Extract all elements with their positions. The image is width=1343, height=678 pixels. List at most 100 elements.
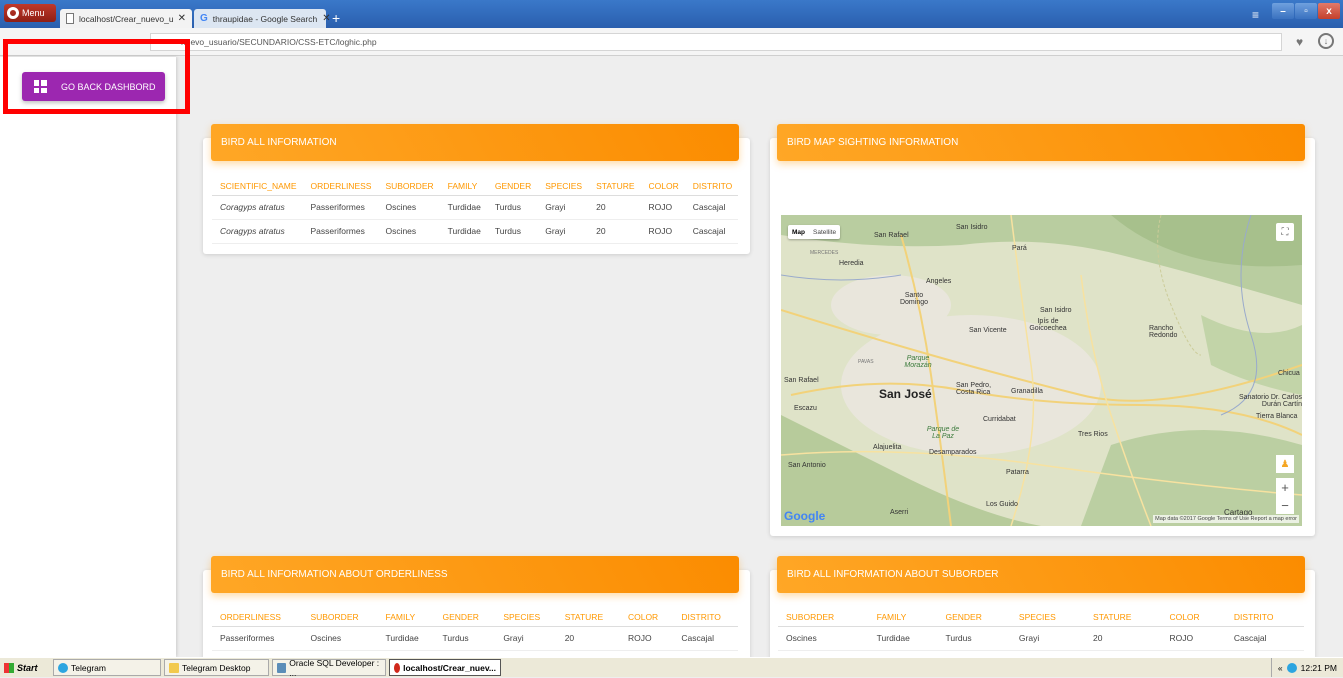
opera-icon	[394, 662, 401, 673]
table-cell: Passeriformes	[212, 626, 303, 651]
table-cell: Grayi	[1010, 626, 1086, 651]
column-header[interactable]: FAMILY	[439, 177, 487, 196]
table-cell: Cascajal	[684, 195, 739, 220]
card-title: BIRD ALL INFORMATION ABOUT ORDERLINESS	[221, 569, 448, 580]
map-label: Ipís de Goicoechea	[1029, 318, 1067, 332]
map-label: Patarra	[1006, 469, 1029, 476]
url-input[interactable]: nuevo_usuario/SECUNDARIO/CSS-ETC/loghic.…	[150, 33, 1282, 51]
column-header[interactable]: FAMILY	[377, 608, 435, 627]
tab-title: localhost/Crear_nuevo_usua	[79, 13, 173, 24]
map-label: Escazu	[794, 405, 817, 412]
column-header[interactable]: GENDER	[486, 177, 538, 196]
column-header[interactable]: SUBORDER	[377, 177, 440, 196]
map-label: Parque de La Paz	[926, 426, 960, 440]
taskbar-item-localhost[interactable]: localhost/Crear_nuev...	[389, 659, 501, 676]
heart-icon[interactable]: ♥	[1296, 35, 1303, 49]
column-header[interactable]: STATURE	[588, 177, 641, 196]
zoom-out-button[interactable]: −	[1276, 496, 1294, 514]
table-cell: Turdidae	[377, 626, 435, 651]
column-header[interactable]: SPECIES	[537, 177, 589, 196]
column-header[interactable]: ORDERLINESS	[212, 608, 303, 627]
map-label: Tierra Blanca	[1256, 413, 1298, 420]
database-icon	[277, 662, 287, 673]
new-tab-button[interactable]: +	[332, 10, 340, 26]
tray-expand-icon[interactable]: «	[1278, 663, 1283, 673]
tab-close-icon[interactable]: ✕	[322, 13, 330, 24]
menu-label: Menu	[22, 8, 45, 18]
table-cell: Passeriformes	[302, 219, 378, 244]
map-label: PAVAS	[858, 359, 874, 365]
table-cell: Turdus	[486, 219, 538, 244]
table-row: Passeriformes Oscines Turdidae Turdus Gr…	[212, 626, 738, 651]
tab-menu-icon[interactable]: ≡	[1252, 8, 1259, 22]
column-header[interactable]: DISTRITO	[1225, 608, 1304, 627]
start-button[interactable]: Start	[0, 659, 50, 677]
start-label: Start	[17, 662, 38, 673]
map-label: San Rafael	[874, 232, 909, 239]
map-label: Santo Domingo	[899, 292, 928, 306]
map-label: Rancho Redondo	[1149, 325, 1178, 339]
map-label: San Vicente	[969, 327, 1007, 334]
map-label: Aserri	[890, 509, 909, 516]
table-cell: Turdus	[937, 626, 1011, 651]
column-header[interactable]: COLOR	[640, 177, 685, 196]
map-type-satellite-button[interactable]: Satellite	[809, 229, 840, 236]
table-cell: Coragyps atratus	[212, 195, 303, 220]
opera-menu-button[interactable]: Menu	[4, 4, 56, 22]
table-cell: Cascajal	[673, 626, 738, 651]
map-attribution[interactable]: Map data ©2017 Google Terms of Use Repor…	[1153, 515, 1299, 523]
table-cell: Oscines	[377, 219, 440, 244]
bird-all-information-header: BIRD ALL INFORMATION	[211, 124, 739, 161]
table-cell: 20	[588, 219, 641, 244]
column-header[interactable]: SUBORDER	[302, 608, 378, 627]
column-header[interactable]: COLOR	[619, 608, 674, 627]
column-header[interactable]: SPECIES	[1010, 608, 1086, 627]
fullscreen-icon[interactable]: ⛶	[1276, 223, 1294, 241]
map-label: Parque Morazán	[904, 355, 932, 369]
street-view-icon[interactable]: ♟	[1276, 455, 1294, 473]
taskbar-item-oracle-sql-developer[interactable]: Oracle SQL Developer : ...	[272, 657, 386, 678]
column-header[interactable]: STATURE	[1085, 608, 1162, 627]
zoom-in-button[interactable]: +	[1276, 478, 1294, 496]
column-header[interactable]: SCIENTIFIC_NAME	[212, 177, 303, 196]
map-label: San Isidro	[956, 224, 988, 231]
table-cell: Oscines	[377, 195, 440, 220]
taskbar-item-telegram[interactable]: Telegram	[53, 659, 161, 676]
column-header[interactable]: DISTRITO	[673, 608, 738, 627]
telegram-icon	[58, 662, 68, 673]
map-label: Tres Rios	[1078, 431, 1108, 438]
close-window-button[interactable]: x	[1318, 3, 1340, 19]
telegram-tray-icon[interactable]	[1286, 662, 1297, 673]
column-header[interactable]: STATURE	[556, 608, 620, 627]
minimize-button[interactable]: –	[1272, 3, 1294, 19]
column-header[interactable]: SUBORDER	[778, 608, 869, 627]
download-icon[interactable]: ↓	[1318, 33, 1334, 49]
bird-all-information-table: SCIENTIFIC_NAME ORDERLINESS SUBORDER FAM…	[212, 177, 739, 244]
map-type-map-button[interactable]: Map	[788, 229, 809, 236]
map-city-label: San José	[879, 387, 932, 401]
table-cell: Coragyps atratus	[212, 219, 303, 244]
column-header[interactable]: COLOR	[1161, 608, 1226, 627]
tab-close-icon[interactable]: ✕	[178, 13, 186, 24]
taskbar-item-label: Oracle SQL Developer : ...	[289, 657, 380, 678]
map-label: Alajuelita	[873, 444, 902, 451]
table-cell: Oscines	[302, 626, 378, 651]
column-header[interactable]: SPECIES	[495, 608, 557, 627]
tab-title: thraupidae - Google Search	[212, 13, 318, 24]
maximize-button[interactable]: ▫	[1295, 3, 1317, 19]
orderliness-header: BIRD ALL INFORMATION ABOUT ORDERLINESS	[211, 556, 739, 593]
opera-logo-icon	[7, 7, 19, 19]
sidebar	[0, 57, 176, 657]
column-header[interactable]: ORDERLINESS	[302, 177, 378, 196]
tab-localhost[interactable]: localhost/Crear_nuevo_usua ✕	[60, 9, 192, 28]
column-header[interactable]: FAMILY	[868, 608, 938, 627]
column-header[interactable]: GENDER	[937, 608, 1011, 627]
table-cell: Grayi	[537, 195, 589, 220]
column-header[interactable]: GENDER	[434, 608, 496, 627]
taskbar-item-telegram-desktop[interactable]: Telegram Desktop	[164, 659, 269, 676]
google-map[interactable]: Map Satellite San Rafael San Isidro Pará…	[781, 215, 1302, 526]
tab-google-search[interactable]: G thraupidae - Google Search ✕	[194, 9, 331, 28]
map-label: San Isidro	[1040, 307, 1072, 314]
map-type-control: Map Satellite	[788, 225, 841, 239]
column-header[interactable]: DISTRITO	[684, 177, 739, 196]
